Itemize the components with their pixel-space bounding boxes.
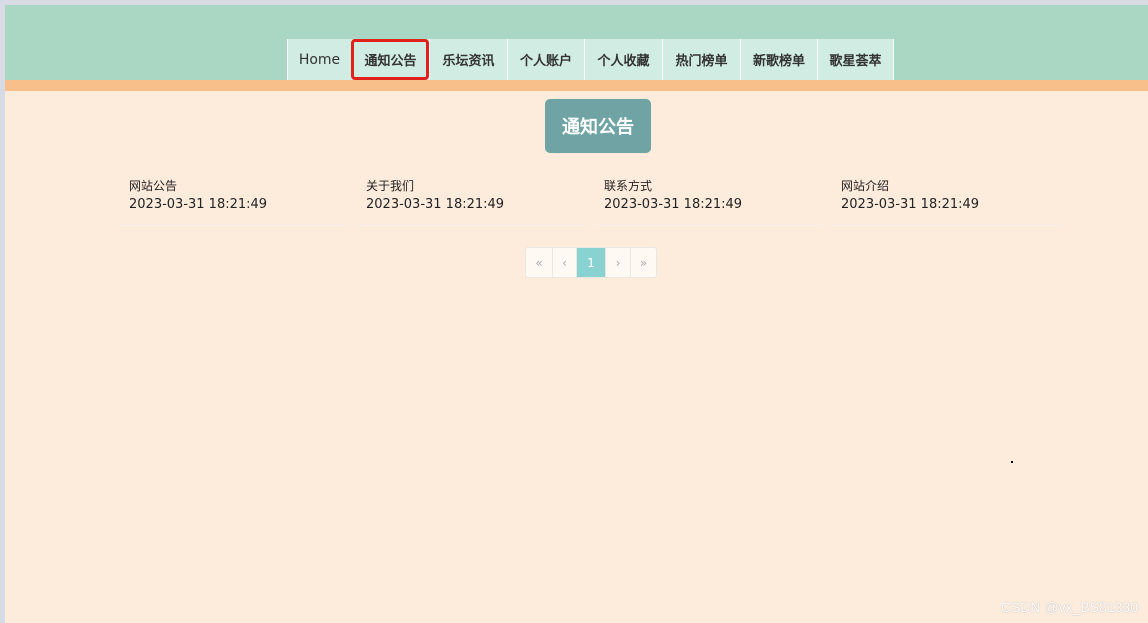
page-first-button[interactable]: « [526,248,552,277]
page-title: 通知公告 [545,99,651,153]
nav-item-music-news[interactable]: 乐坛资讯 [429,39,507,80]
notice-title[interactable]: 网站介绍 [841,177,1060,195]
notice-item[interactable]: 关于我们 2023-03-31 18:21:49 [357,175,585,226]
page-frame: Home 通知公告 乐坛资讯 个人账户 个人收藏 热门榜单 新歌榜单 歌星荟萃 … [5,5,1148,623]
header: Home 通知公告 乐坛资讯 个人账户 个人收藏 热门榜单 新歌榜单 歌星荟萃 [5,5,1148,80]
page-prev-button[interactable]: ‹ [552,248,576,277]
cursor-dot [1011,461,1013,463]
nav-item-notices[interactable]: 通知公告 [351,39,429,80]
notice-title[interactable]: 网站公告 [129,177,348,195]
header-stripe [5,80,1148,91]
pagination: « ‹ 1 › » [525,247,657,278]
nav-item-account[interactable]: 个人账户 [507,39,584,80]
watermark: CSDN @vx_BS81330 [1000,599,1138,615]
page-last-button[interactable]: » [630,248,656,277]
nav-item-singers[interactable]: 歌星荟萃 [817,39,894,80]
page-next-button[interactable]: › [605,248,630,277]
notice-date: 2023-03-31 18:21:49 [129,197,268,212]
nav-item-new-chart[interactable]: 新歌榜单 [740,39,817,80]
nav-item-favorites[interactable]: 个人收藏 [584,39,662,80]
main-nav: Home 通知公告 乐坛资讯 个人账户 个人收藏 热门榜单 新歌榜单 歌星荟萃 [287,39,894,80]
notice-title[interactable]: 联系方式 [604,177,823,195]
notice-title[interactable]: 关于我们 [366,177,585,195]
notice-item[interactable]: 联系方式 2023-03-31 18:21:49 [595,175,823,226]
notice-item[interactable]: 网站介绍 2023-03-31 18:21:49 [832,175,1060,226]
notice-item[interactable]: 网站公告 2023-03-31 18:21:49 [120,175,348,226]
notice-date: 2023-03-31 18:21:49 [366,197,505,212]
nav-item-hot-chart[interactable]: 热门榜单 [662,39,740,80]
nav-item-home[interactable]: Home [287,39,351,80]
notice-date: 2023-03-31 18:21:49 [841,197,980,212]
notice-date: 2023-03-31 18:21:49 [604,197,743,212]
page-current[interactable]: 1 [576,248,605,277]
